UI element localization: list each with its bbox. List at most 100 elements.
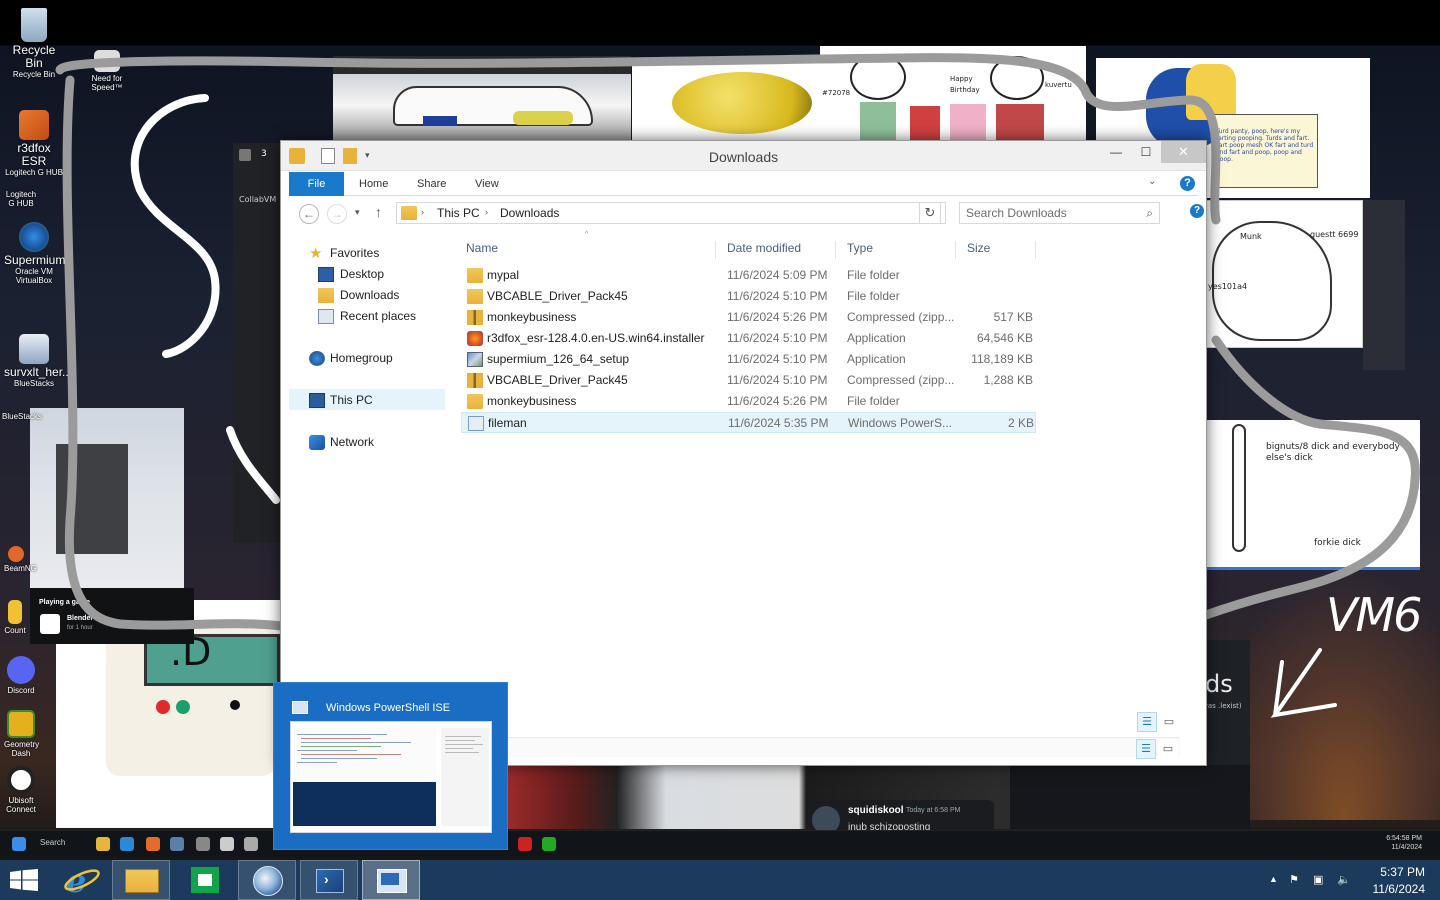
file-size: 2 KB bbox=[1007, 416, 1034, 430]
recent-locations-chevron-icon[interactable]: ▾ bbox=[355, 207, 360, 218]
breadcrumb-downloads[interactable]: Downloads bbox=[500, 206, 559, 220]
windows-start-icon[interactable] bbox=[10, 869, 38, 891]
title-bar[interactable]: ▾ Downloads — ☐ ✕ bbox=[281, 141, 1206, 171]
remote-search-button[interactable]: Search bbox=[40, 838, 65, 847]
search-icon[interactable]: ⌕ bbox=[1146, 206, 1153, 221]
desktop-icon-recycle-bin[interactable]: Recycle Bin Recycle Bin bbox=[4, 8, 64, 79]
column-header-size[interactable]: Size bbox=[967, 239, 990, 261]
desktop-icon-beamng[interactable]: BeamNG bbox=[4, 546, 37, 573]
playing-duration: for 1 hour bbox=[67, 625, 93, 631]
column-header-name[interactable]: Name bbox=[466, 239, 498, 261]
large-icons-view-icon[interactable]: ▭ bbox=[1159, 712, 1179, 732]
desktop-icon-bluestacks[interactable]: BlueStacks bbox=[2, 412, 42, 421]
large-icons-view-icon[interactable]: ▭ bbox=[1158, 739, 1178, 759]
help-icon[interactable]: ? bbox=[1180, 176, 1195, 191]
file-row[interactable]: mypal 11/6/2024 5:09 PM File folder bbox=[461, 265, 1036, 286]
taskbar-store[interactable] bbox=[176, 860, 234, 900]
column-divider[interactable] bbox=[715, 241, 716, 259]
chrome-icon[interactable] bbox=[220, 837, 234, 851]
desktop-icon-discord[interactable]: Discord bbox=[4, 656, 38, 695]
breadcrumb-this-pc[interactable]: This PC bbox=[437, 206, 480, 220]
forward-button[interactable]: → bbox=[327, 204, 347, 224]
desktop-icon-ubisoft[interactable]: Ubisoft Connect bbox=[4, 766, 38, 814]
thumbnail-window-preview[interactable] bbox=[290, 721, 492, 833]
edge-icon[interactable] bbox=[120, 837, 134, 851]
search-box[interactable]: ⌕ bbox=[959, 202, 1160, 224]
nav-recent-places[interactable]: Recent places bbox=[289, 306, 445, 327]
file-explorer-window[interactable]: ▾ Downloads — ☐ ✕ File Home Share View ⌄… bbox=[280, 140, 1207, 766]
nav-this-pc[interactable]: This PC bbox=[289, 389, 445, 410]
nav-downloads[interactable]: Downloads bbox=[289, 285, 445, 306]
app-icon[interactable] bbox=[542, 837, 556, 851]
back-button[interactable]: ← bbox=[299, 204, 319, 224]
taskbar-file-explorer[interactable] bbox=[112, 860, 170, 900]
app-icon[interactable] bbox=[518, 837, 532, 851]
clock-time[interactable]: 5:37 PM bbox=[1380, 865, 1425, 879]
column-divider[interactable] bbox=[835, 241, 836, 259]
count-icon bbox=[8, 600, 22, 624]
network-icon[interactable]: ▣ bbox=[1313, 873, 1323, 886]
column-divider[interactable] bbox=[1035, 241, 1036, 259]
taskbar-powershell-ise[interactable] bbox=[362, 860, 420, 900]
file-row[interactable]: monkeybusiness 11/6/2024 5:26 PM File fo… bbox=[461, 391, 1036, 412]
taskbar-thumbnail-preview[interactable]: Windows PowerShell ISE bbox=[273, 682, 508, 850]
supermium-icon bbox=[19, 222, 49, 252]
nav-homegroup[interactable]: Homegroup bbox=[289, 348, 445, 369]
file-row[interactable]: VBCABLE_Driver_Pack45 11/6/2024 5:10 PM … bbox=[461, 286, 1036, 307]
taskbar-virtualbox[interactable] bbox=[238, 860, 296, 900]
desktop-icon-r3dfox[interactable]: r3dfox ESR Logitech G HUB bbox=[4, 110, 64, 177]
action-center-flag-icon[interactable]: ⚑ bbox=[1289, 873, 1299, 886]
file-row[interactable]: VBCABLE_Driver_Pack45 11/6/2024 5:10 PM … bbox=[461, 370, 1036, 391]
column-divider[interactable] bbox=[955, 241, 956, 259]
column-header-type[interactable]: Type bbox=[847, 239, 873, 261]
toast-username: squidiskool bbox=[848, 805, 904, 816]
desktop-icon-count[interactable]: Count bbox=[4, 600, 26, 635]
desktop-icon-nfs[interactable]: Need for Speed™ bbox=[90, 50, 124, 92]
nav-network[interactable]: Network bbox=[289, 432, 445, 453]
app-icon[interactable] bbox=[244, 837, 258, 851]
tab-share[interactable]: Share bbox=[403, 172, 460, 196]
remote-desktop-globe-icon bbox=[253, 866, 283, 896]
tab-file[interactable]: File bbox=[289, 172, 344, 196]
file-row[interactable]: fileman 11/6/2024 5:35 PM Windows PowerS… bbox=[461, 412, 1036, 433]
vm-handwritten-label: VM6 bbox=[1326, 588, 1422, 642]
maximize-button[interactable]: ☐ bbox=[1131, 141, 1161, 163]
file-row[interactable]: r3dfox_esr-128.4.0.en-US.win64.installer… bbox=[461, 328, 1036, 349]
steam-icon[interactable] bbox=[170, 837, 184, 851]
remote-start-icon[interactable] bbox=[12, 837, 26, 851]
show-hidden-icons-chevron-icon[interactable]: ▲ bbox=[1269, 874, 1278, 884]
folder-icon[interactable] bbox=[96, 837, 110, 851]
help-icon[interactable]: ? bbox=[1190, 204, 1204, 218]
nav-favorites[interactable]: ★ Favorites bbox=[289, 243, 445, 264]
nav-desktop[interactable]: Desktop bbox=[289, 264, 445, 285]
search-input[interactable] bbox=[966, 206, 1136, 220]
desktop-icon-label: survxlt_her... bbox=[4, 365, 73, 379]
desktop-icon-survxlt[interactable]: survxlt_her... BlueStacks bbox=[4, 334, 73, 388]
refresh-button[interactable]: ↻ bbox=[919, 202, 941, 224]
remote-taskbar: Search 6:54:58 PM 11/4/2024 bbox=[0, 830, 1440, 856]
taskbar-powershell[interactable]: › bbox=[300, 860, 358, 900]
clock-date[interactable]: 11/6/2024 bbox=[1373, 882, 1426, 896]
desktop-icon-logitech[interactable]: Logitech G HUB bbox=[4, 190, 38, 208]
volume-icon[interactable]: 🔈 bbox=[1337, 873, 1351, 886]
minimize-button[interactable]: — bbox=[1101, 141, 1131, 163]
network-icon bbox=[309, 435, 325, 450]
expand-ribbon-chevron-icon[interactable]: ⌄ bbox=[1148, 176, 1162, 190]
details-view-icon[interactable]: ☰ bbox=[1136, 739, 1156, 759]
desktop-icon-label: Supermium bbox=[4, 253, 66, 267]
up-button[interactable]: ↑ bbox=[375, 204, 382, 220]
close-button[interactable]: ✕ bbox=[1161, 141, 1206, 163]
app-icon[interactable] bbox=[196, 837, 210, 851]
nav-label: Homegroup bbox=[330, 351, 393, 365]
file-row[interactable]: monkeybusiness 11/6/2024 5:26 PM Compres… bbox=[461, 307, 1036, 328]
fox-browser-icon[interactable] bbox=[146, 837, 160, 851]
taskbar-internet-explorer[interactable]: e bbox=[52, 860, 110, 900]
details-view-icon[interactable]: ☰ bbox=[1137, 712, 1157, 732]
desktop-icon-supermium[interactable]: Supermium Oracle VM VirtualBox bbox=[4, 222, 66, 285]
file-row[interactable]: supermium_126_64_setup 11/6/2024 5:10 PM… bbox=[461, 349, 1036, 370]
column-header-date[interactable]: Date modified bbox=[727, 239, 801, 261]
tab-home[interactable]: Home bbox=[345, 172, 402, 196]
tab-view[interactable]: View bbox=[461, 172, 513, 196]
desktop-icon-geometry-dash[interactable]: Geometry Dash bbox=[4, 710, 39, 758]
address-bar[interactable]: › This PC › Downloads ⌄ bbox=[396, 202, 946, 224]
